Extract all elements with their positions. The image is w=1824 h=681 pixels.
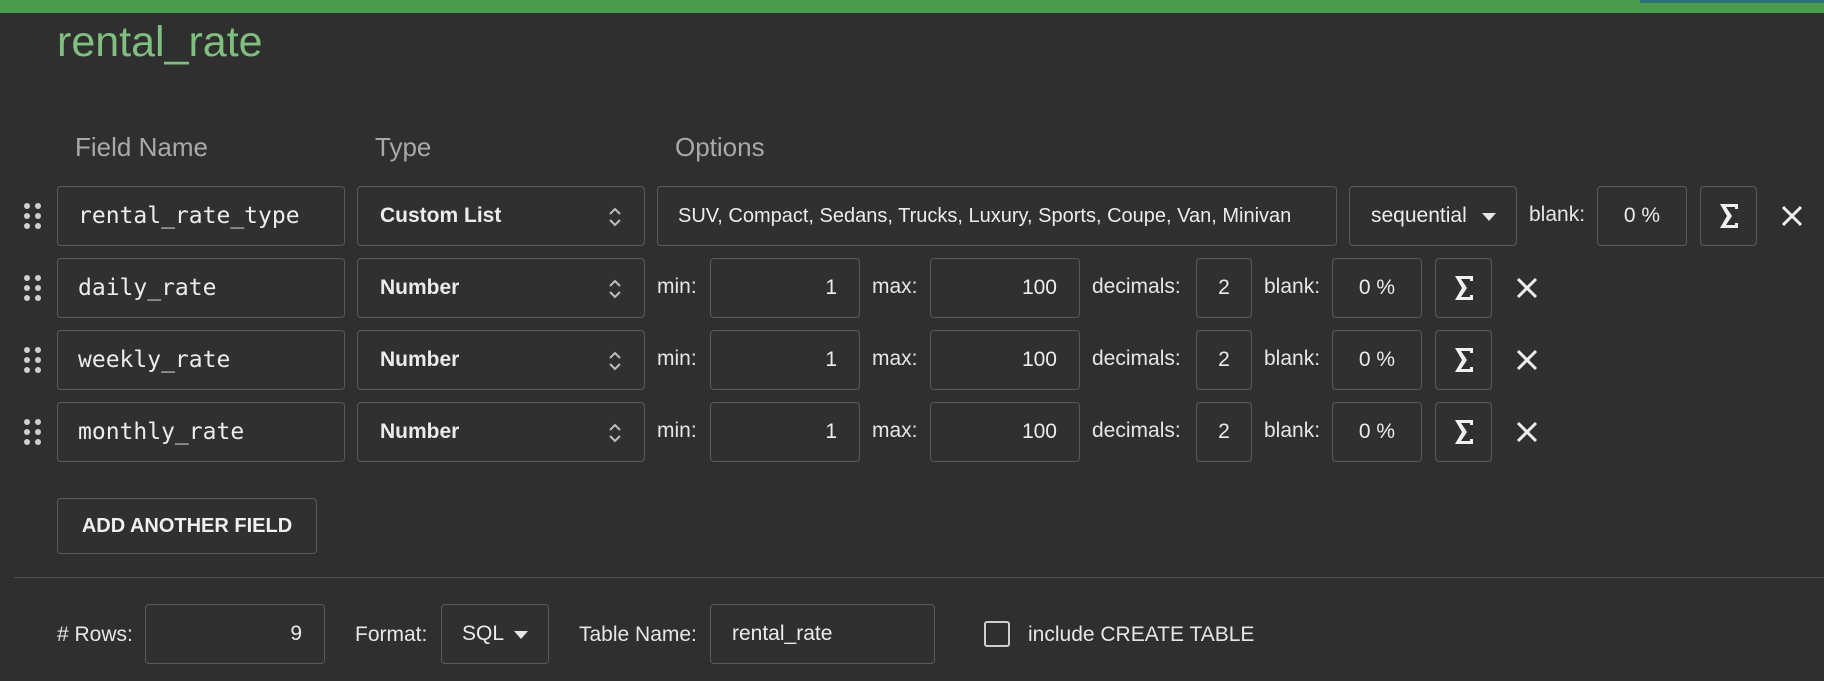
close-icon (1781, 205, 1803, 227)
max-label: max: (872, 275, 918, 298)
field-name-input[interactable]: rental_rate_type (57, 186, 345, 246)
column-header-options: Options (675, 132, 765, 162)
rows-label: # Rows: (57, 623, 133, 646)
formula-button[interactable] (1700, 186, 1757, 246)
type-select[interactable]: Number (357, 402, 645, 462)
type-select-value: Number (380, 420, 460, 443)
create-table-label: include CREATE TABLE (1028, 623, 1255, 646)
remove-field-button[interactable] (1512, 345, 1542, 375)
blank-label: blank: (1264, 419, 1321, 442)
type-select[interactable]: Number (357, 330, 645, 390)
field-name-input[interactable]: monthly_rate (57, 402, 345, 462)
min-label: min: (657, 347, 697, 370)
format-label: Format: (355, 623, 428, 646)
updown-chevron-icon (609, 207, 621, 227)
updown-chevron-icon (609, 279, 621, 299)
drag-handle-icon[interactable] (24, 275, 42, 301)
min-label: min: (657, 275, 697, 298)
column-header-field-name: Field Name (75, 132, 208, 162)
min-input[interactable]: 1 (710, 330, 860, 390)
min-input[interactable]: 1 (710, 258, 860, 318)
formula-button[interactable] (1435, 402, 1492, 462)
create-table-checkbox[interactable] (984, 621, 1010, 647)
field-name-input[interactable]: daily_rate (57, 258, 345, 318)
max-input[interactable]: 100 (930, 402, 1080, 462)
format-select[interactable]: SQL (441, 604, 549, 664)
max-input[interactable]: 100 (930, 258, 1080, 318)
sigma-icon (1719, 204, 1738, 228)
drag-handle-icon[interactable] (24, 347, 42, 373)
max-label: max: (872, 347, 918, 370)
order-select-value: sequential (1371, 204, 1467, 227)
blank-label: blank: (1529, 203, 1586, 226)
drag-handle-icon[interactable] (24, 203, 42, 229)
type-select-value: Number (380, 348, 460, 371)
format-select-value: SQL (462, 622, 505, 645)
decimals-input[interactable]: 2 (1196, 402, 1252, 462)
field-name-input[interactable]: weekly_rate (57, 330, 345, 390)
column-header-type: Type (375, 132, 432, 162)
order-select[interactable]: sequential (1349, 186, 1517, 246)
decimals-input[interactable]: 2 (1196, 258, 1252, 318)
formula-button[interactable] (1435, 330, 1492, 390)
table-name-label: Table Name: (579, 623, 697, 646)
min-label: min: (657, 419, 697, 442)
sigma-icon (1454, 348, 1473, 372)
sigma-icon (1454, 420, 1473, 444)
add-another-field-button[interactable]: ADD ANOTHER FIELD (57, 498, 317, 554)
decimals-label: decimals: (1092, 419, 1181, 442)
divider (14, 577, 1824, 578)
blank-percent-input[interactable]: 0 % (1332, 258, 1422, 318)
decimals-label: decimals: (1092, 347, 1181, 370)
updown-chevron-icon (609, 423, 621, 443)
type-select[interactable]: Custom List (357, 186, 645, 246)
table-name-input[interactable]: rental_rate (710, 604, 935, 664)
sigma-icon (1454, 276, 1473, 300)
blank-label: blank: (1264, 347, 1321, 370)
type-select-value: Custom List (380, 204, 502, 227)
type-select-value: Number (380, 276, 460, 299)
remove-field-button[interactable] (1777, 201, 1807, 231)
caret-down-icon (1482, 213, 1496, 221)
updown-chevron-icon (609, 351, 621, 371)
decimals-label: decimals: (1092, 275, 1181, 298)
rows-input[interactable]: 9 (145, 604, 325, 664)
decimals-input[interactable]: 2 (1196, 330, 1252, 390)
close-icon (1516, 277, 1538, 299)
blank-percent-input[interactable]: 0 % (1332, 330, 1422, 390)
top-app-bar (0, 0, 1824, 13)
type-select[interactable]: Number (357, 258, 645, 318)
drag-handle-icon[interactable] (24, 419, 42, 445)
max-input[interactable]: 100 (930, 330, 1080, 390)
remove-field-button[interactable] (1512, 417, 1542, 447)
blank-label: blank: (1264, 275, 1321, 298)
top-bar-tab-indicator (1640, 0, 1824, 3)
close-icon (1516, 421, 1538, 443)
custom-list-values-input[interactable]: SUV, Compact, Sedans, Trucks, Luxury, Sp… (657, 186, 1337, 246)
page-title: rental_rate (57, 18, 263, 66)
min-input[interactable]: 1 (710, 402, 860, 462)
blank-percent-input[interactable]: 0 % (1332, 402, 1422, 462)
close-icon (1516, 349, 1538, 371)
formula-button[interactable] (1435, 258, 1492, 318)
remove-field-button[interactable] (1512, 273, 1542, 303)
max-label: max: (872, 419, 918, 442)
caret-down-icon (514, 631, 528, 639)
blank-percent-input[interactable]: 0 % (1597, 186, 1687, 246)
